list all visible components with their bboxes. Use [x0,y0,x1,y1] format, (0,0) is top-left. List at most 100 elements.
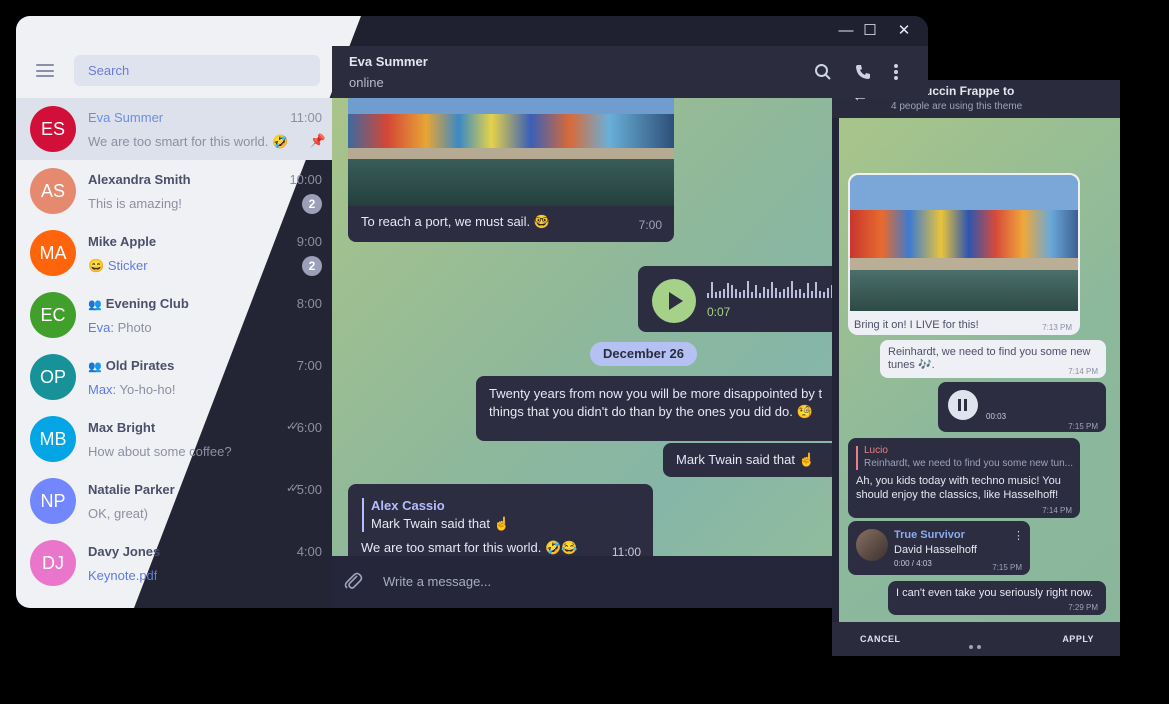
chat-time: 9:00 [296,234,322,249]
quote-line-1: Twenty years from now you will be more d… [489,386,823,401]
chat-list-sidebar: Search ES Eva Summer 11:00 We are too smart… [16,16,332,608]
group-icon: 👥 [88,361,102,373]
chat-list-item[interactable]: DJ Davy Jones 4:00 Keynote.pdf [16,532,332,594]
venice-photo[interactable] [348,94,674,206]
message-text: Ah, you kids today with techno music! Yo… [856,475,1061,501]
photo-message[interactable]: To reach a port, we must sail. 🤓 7:00 [348,94,674,242]
burano-photo[interactable] [850,175,1078,311]
chat-preview: Eva: Photo [88,320,152,335]
music-progress: 0:00 / 4:03 [894,559,932,568]
chat-list-item[interactable]: MA Mike Apple 9:00 😄 Sticker 2 [16,222,332,284]
desktop-window: — ☐ ✕ Search ES Eva Summer 11:00 We are too… [16,16,928,608]
close-button[interactable]: ✕ [894,22,914,40]
chat-list-item[interactable]: AS Alexandra Smith 10:00 This is amazing! 2 [16,160,332,222]
message-input[interactable]: Write a message... [383,574,491,589]
chat-list-item[interactable]: EC 👥 Evening Club 8:00 Eva: Photo [16,284,332,346]
avatar: ES [30,106,76,152]
chat-time: 5:00 [296,482,322,497]
play-icon[interactable] [652,279,696,323]
chat-time: 6:00 [296,420,322,435]
contact-name[interactable]: Eva Summer [349,54,428,69]
chat-preview: We are too smart for this world. 🤣 [88,134,289,149]
message-time: 7:15 PM [992,563,1022,572]
photo-caption: To reach a port, we must sail. 🤓 [361,214,550,229]
voice-duration: 0:07 [707,305,731,319]
avatar: MB [30,416,76,462]
minimize-button[interactable]: — [836,22,856,40]
mobile-voice-message[interactable]: 00:03 7:15 PM [938,382,1106,432]
reply-bar [856,446,858,470]
theme-subtitle: 4 people are using this theme [891,101,1023,112]
chat-name: Alexandra Smith [88,172,191,187]
maximize-button[interactable]: ☐ [860,22,880,40]
chat-time: 10:00 [289,172,322,187]
page-indicator [969,636,985,649]
mobile-music-message[interactable]: True Survivor David Hasselhoff 0:00 / 4:… [848,521,1030,575]
message-text: We are too smart for this world. 🤣😂 [361,540,578,555]
avatar: NP [30,478,76,524]
reply-quote: Mark Twain said that ☝️ [371,516,510,531]
chat-name: Natalie Parker [88,482,175,497]
mobile-bottom-bar: CANCEL APPLY [832,622,1120,656]
chat-list-item[interactable]: OP 👥 Old Pirates 7:00 Max: Yo-ho-ho! [16,346,332,408]
reply-author: Lucio [864,445,888,456]
mobile-last-message[interactable]: I can't even take you seriously right no… [888,581,1106,615]
reply-message[interactable]: Alex Cassio Mark Twain said that ☝️ We a… [348,484,653,566]
reply-author: Alex Cassio [371,498,445,513]
reply-quote: Reinhardt, we need to find you some new … [864,458,1074,469]
chat-list-item[interactable]: ES Eva Summer 11:00 We are too smart for th… [16,98,332,160]
phone-icon[interactable] [854,63,872,86]
voice-waveform[interactable] [986,394,1096,408]
album-cover[interactable] [856,529,888,561]
voice-duration: 00:03 [986,412,1007,421]
message-text: Mark Twain said that ☝️ [676,452,815,467]
avatar: MA [30,230,76,276]
mobile-reply-message[interactable]: Lucio Reinhardt, we need to find you som… [848,438,1080,518]
cancel-button[interactable]: CANCEL [860,634,901,644]
chat-preview: OK, great) [88,506,148,521]
avatar: DJ [30,540,76,586]
contact-status: online [349,75,384,90]
photo-caption: Bring it on! I LIVE for this! [854,319,979,331]
chat-name: Max Bright [88,420,156,435]
chat-time: 4:00 [296,544,322,559]
message-time: 7:29 PM [1068,603,1098,612]
search-input[interactable]: Search [74,55,320,86]
avatar: AS [30,168,76,214]
more-options-icon[interactable] [893,63,899,86]
avatar: EC [30,292,76,338]
chat-preview: Keynote.pdf [88,568,158,583]
voice-waveform[interactable] [707,281,847,299]
group-icon: 👥 [88,299,102,311]
chat-list-item[interactable]: MB Max Bright ✓✓ 6:00 How about some coffee? [16,408,332,470]
message-time: 7:15 PM [1068,422,1098,431]
chat-name: Davy Jones [88,544,161,559]
chat-name: Eva Summer [88,110,164,125]
search-icon[interactable] [814,63,832,86]
mobile-photo-message[interactable]: Bring it on! I LIVE for this! 7:13 PM [848,173,1080,335]
unread-badge: 2 [302,194,322,214]
music-title: True Survivor [894,529,965,541]
chat-preview: 😄 Sticker [88,258,148,273]
chat-preview: This is amazing! [88,196,182,211]
chat-preview: Max: Yo-ho-ho! [88,382,176,397]
message-time: 7:00 [638,218,662,232]
music-artist: David Hasselhoff [894,544,977,556]
attach-icon[interactable] [343,570,363,598]
hamburger-menu-icon[interactable] [36,64,54,77]
read-check-icon: ✓✓ [285,419,300,433]
chat-name: Mike Apple [88,234,157,249]
reply-bar [362,498,364,532]
read-check-icon: ✓✓ [285,481,300,495]
message-time: 7:13 PM [1042,323,1072,332]
pin-icon: 📌 [309,133,326,148]
mobile-outgoing-message[interactable]: Reinhardt, we need to find you some new … [880,340,1106,378]
outgoing-message[interactable]: Mark Twain said that ☝️ [663,443,838,477]
avatar: OP [30,354,76,400]
more-options-icon[interactable]: ⋮ [1013,529,1024,542]
message-time: 7:14 PM [1042,506,1072,515]
chat-time: 7:00 [296,358,322,373]
pause-icon[interactable] [948,390,978,420]
apply-button[interactable]: APPLY [1062,634,1094,644]
chat-list-item[interactable]: NP Natalie Parker ✓✓ 5:00 OK, great) [16,470,332,532]
